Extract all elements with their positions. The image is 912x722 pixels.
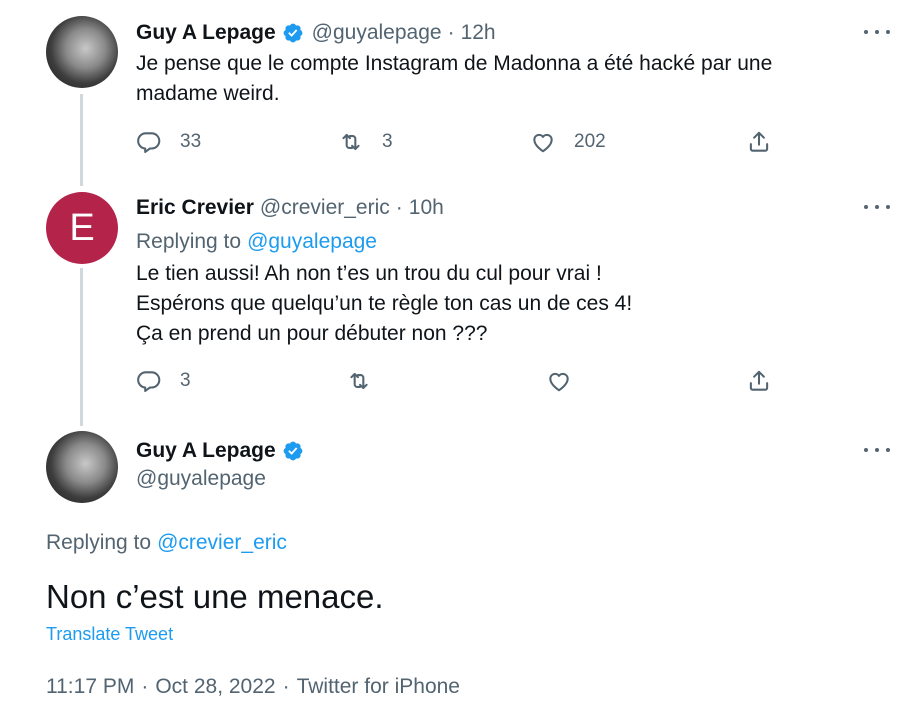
share-button[interactable] xyxy=(746,368,772,394)
verified-badge-icon xyxy=(283,441,303,461)
more-icon[interactable] xyxy=(864,203,890,211)
retweet-button[interactable] xyxy=(346,368,372,394)
replying-label: Replying to xyxy=(136,230,242,253)
avatar-letter: E xyxy=(69,206,95,249)
display-name[interactable]: Eric Crevier xyxy=(136,196,254,220)
thread-line xyxy=(80,94,83,186)
tweet-header: Guy A Lepage @guyalepage · 12h xyxy=(136,18,496,48)
avatar[interactable] xyxy=(46,431,118,503)
replying-handle-link[interactable]: @crevier_eric xyxy=(157,531,287,555)
retweet-count: 3 xyxy=(382,131,393,152)
retweet-button[interactable]: 3 xyxy=(338,129,393,155)
like-button[interactable]: 202 xyxy=(530,129,606,155)
timestamp[interactable]: 10h xyxy=(409,196,444,220)
display-name[interactable]: Guy A Lepage xyxy=(136,439,276,463)
retweet-icon xyxy=(350,372,368,390)
separator: · xyxy=(282,675,290,698)
separator: · xyxy=(395,196,403,219)
translate-tweet-link[interactable]: Translate Tweet xyxy=(46,624,173,645)
handle[interactable]: @crevier_eric xyxy=(260,196,390,220)
thread-line xyxy=(80,268,83,426)
handle[interactable]: @guyalepage xyxy=(136,467,266,491)
like-count: 202 xyxy=(574,131,606,152)
replying-label: Replying to xyxy=(46,531,152,554)
handle[interactable]: @guyalepage xyxy=(312,21,442,45)
reply-button[interactable]: 3 xyxy=(136,368,191,394)
like-button[interactable] xyxy=(546,368,572,394)
tweet-date[interactable]: Oct 28, 2022 xyxy=(155,675,275,699)
tweet-text: Je pense que le compte Instagram de Mado… xyxy=(136,49,772,109)
tweet-time[interactable]: 11:17 PM xyxy=(46,675,134,699)
display-name[interactable]: Guy A Lepage xyxy=(136,21,276,45)
reply-button[interactable]: 33 xyxy=(136,129,201,155)
tweet-text-line: madame weird. xyxy=(136,82,280,105)
retweet-icon xyxy=(342,133,360,151)
more-icon[interactable] xyxy=(864,446,890,454)
share-button[interactable] xyxy=(746,129,772,155)
tweet-text: Le tien aussi! Ah non t’es un trou du cu… xyxy=(136,259,632,349)
tweet-text-line: Le tien aussi! Ah non t’es un trou du cu… xyxy=(136,262,602,285)
like-icon xyxy=(533,133,553,153)
timestamp[interactable]: 12h xyxy=(461,21,496,45)
separator: · xyxy=(141,675,149,698)
replying-to: Replying to @guyalepage xyxy=(136,227,377,257)
share-icon xyxy=(749,370,769,391)
tweet-text-line: Ça en prend un pour débuter non ??? xyxy=(136,322,488,345)
tweet-meta: 11:17 PM · Oct 28, 2022 · Twitter for iP… xyxy=(46,672,460,702)
tweet-text: Non c’est une menace. xyxy=(46,578,384,615)
replying-to: Replying to @crevier_eric xyxy=(46,528,287,558)
verified-badge-icon xyxy=(283,23,303,43)
tweet-source[interactable]: Twitter for iPhone xyxy=(297,675,460,699)
replying-handle-link[interactable]: @guyalepage xyxy=(247,230,377,254)
reply-count: 3 xyxy=(180,370,191,391)
tweet-text-line: Je pense que le compte Instagram de Mado… xyxy=(136,52,773,75)
avatar[interactable] xyxy=(46,16,118,88)
reply-count: 33 xyxy=(180,131,202,152)
tweet-text-line: Espérons que quelqu’un te règle ton cas … xyxy=(136,292,633,315)
separator: · xyxy=(447,21,455,44)
reply-icon xyxy=(137,132,161,153)
like-icon xyxy=(549,372,569,392)
tweet-header: Eric Crevier @crevier_eric · 10h xyxy=(136,193,444,223)
more-icon[interactable] xyxy=(864,28,890,36)
author-name-row: Guy A Lepage xyxy=(136,436,312,466)
reply-icon xyxy=(137,371,161,392)
avatar[interactable]: E xyxy=(46,192,118,264)
share-icon xyxy=(749,131,769,152)
